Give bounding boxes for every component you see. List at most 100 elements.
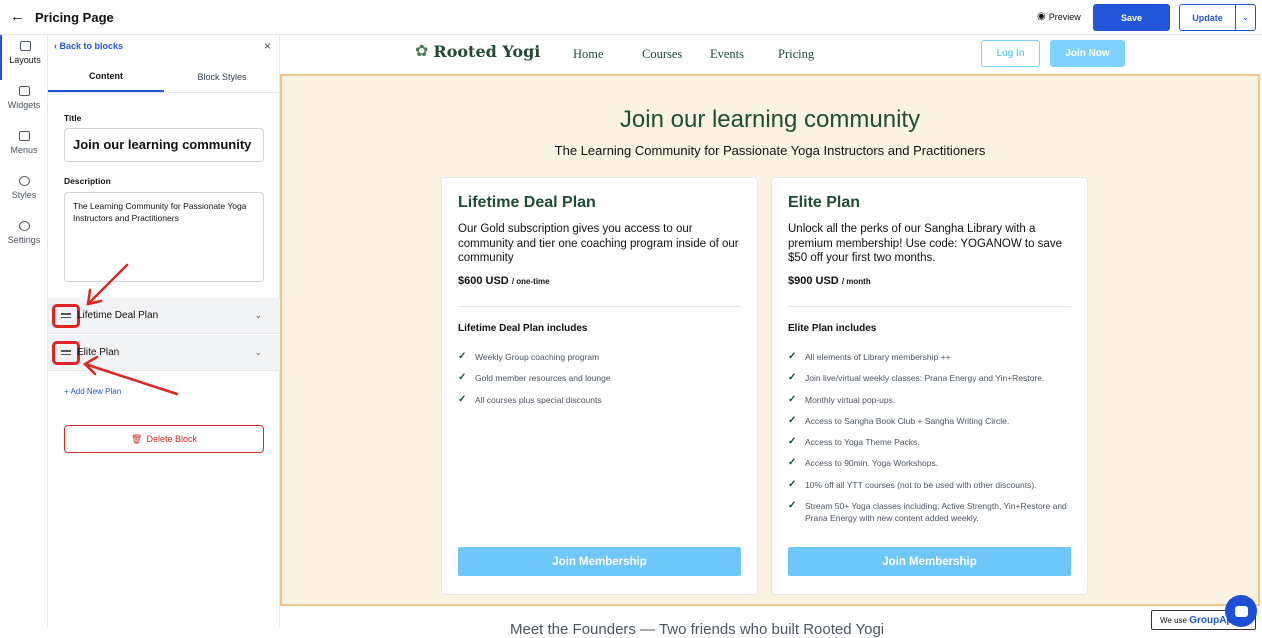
rail-label: Widgets (7, 100, 41, 110)
log-in-button[interactable]: Log In (981, 40, 1040, 67)
plan-price: $600 USD / one-time (458, 275, 550, 287)
feature-text: Weekly Group coaching program (475, 352, 600, 362)
plan-card-elite: Elite Plan Unlock all the perks of our S… (771, 177, 1088, 595)
title-field[interactable]: Join our learning community (64, 128, 264, 162)
rail-item-styles[interactable]: Styles (0, 170, 48, 215)
rail-item-menus[interactable]: Menus (0, 125, 48, 170)
check-icon: ✓ (788, 393, 797, 405)
site-preview: ✿ Rooted Yogi Home Courses Events Pricin… (280, 35, 1262, 638)
block-subtitle: The Learning Community for Passionate Yo… (554, 143, 986, 158)
gear-icon (18, 221, 30, 231)
next-section-heading: Meet the Founders — Two friends who buil… (510, 621, 885, 638)
plan-price: $900 USD / month (788, 275, 871, 287)
check-icon: ✓ (458, 372, 467, 384)
rail-item-layouts[interactable]: Layouts (0, 35, 48, 80)
pricing-block[interactable]: Join our learning community The Learning… (280, 74, 1260, 606)
feature-item: ✓ Access to Sangha Book Club + Sangha Wri… (788, 415, 1078, 427)
check-icon: ✓ (788, 500, 797, 512)
join-membership-button[interactable]: Join Membership (788, 547, 1071, 576)
widgets-icon (18, 86, 30, 96)
divider (458, 306, 741, 307)
check-icon: ✓ (788, 414, 797, 426)
trash-icon: 🗑 (131, 433, 143, 444)
price-unit: / month (841, 277, 871, 286)
back-to-blocks-link[interactable]: ‹ Back to blocks (54, 41, 123, 51)
feature-text: Access to Yoga Theme Packs. (805, 437, 920, 448)
rail-label: Layouts (9, 55, 41, 65)
check-icon: ✓ (458, 393, 467, 405)
rail-label: Styles (11, 190, 37, 200)
update-button[interactable]: Update ⌄ (1179, 4, 1256, 31)
feature-item: ✓ 10% off all YTT courses (not to be used… (788, 479, 1078, 491)
description-field[interactable]: The Learning Community for Passionate Yo… (64, 192, 264, 282)
panel-tabs: Content Block Styles (48, 62, 280, 93)
block-title: Join our learning community (619, 106, 921, 133)
eye-icon: ◉ (1037, 11, 1046, 22)
block-settings-panel: ‹ Back to blocks × Content Block Styles … (48, 35, 280, 627)
rail-item-widgets[interactable]: Widgets (0, 80, 48, 125)
plan-name: Elite Plan (788, 194, 861, 211)
includes-heading: Elite Plan includes (788, 323, 877, 334)
rail-label: Menus (10, 145, 38, 155)
layouts-icon (19, 41, 31, 51)
nav-home[interactable]: Home (573, 47, 604, 62)
divider (788, 306, 1071, 307)
preview-button[interactable]: ◉ Preview (1037, 11, 1081, 22)
plan-description: Unlock all the perks of our Sangha Libra… (788, 223, 1062, 264)
close-icon[interactable]: × (264, 39, 271, 53)
nav-courses[interactable]: Courses (642, 47, 682, 62)
drag-handle-icon[interactable] (52, 340, 80, 365)
plan-label: Elite Plan (77, 347, 120, 358)
feature-item: ✓ Access to Yoga Theme Packs. (788, 436, 1078, 448)
menus-icon (18, 131, 30, 141)
plan-description: Our Gold subscription gives you access t… (458, 223, 739, 264)
feature-text: Monthly virtual pop-ups. (805, 394, 896, 405)
rail-item-settings[interactable]: Settings (0, 215, 48, 260)
tab-block-styles[interactable]: Block Styles (164, 62, 280, 92)
chat-icon[interactable] (1225, 595, 1257, 627)
site-logo[interactable]: ✿ Rooted Yogi (415, 41, 540, 61)
left-rail: Layouts Widgets Menus Styles Settings (0, 35, 48, 627)
delete-block-label: Delete Block (146, 434, 197, 444)
feature-text: Access to 90min. Yoga Workshops. (805, 458, 939, 469)
nav-events[interactable]: Events (710, 47, 744, 62)
rail-label: Settings (7, 235, 41, 245)
plan-row-lifetime-deal[interactable]: Lifetime Deal Plan ⌄ (48, 298, 280, 334)
price-value: $900 USD (788, 275, 839, 287)
plan-label: Lifetime Deal Plan (77, 310, 159, 321)
feature-item: ✓ Join live/virtual weekly classes: Prana… (788, 372, 1078, 384)
feature-text: Join live/virtual weekly classes: Prana … (805, 373, 1045, 384)
feature-list: ✓ All elements of Library membership ++ ✓… (788, 351, 1078, 533)
description-label: Description (64, 176, 111, 186)
back-arrow-icon[interactable]: ← (10, 8, 25, 25)
check-icon: ✓ (788, 372, 797, 384)
price-value: $600 USD (458, 275, 509, 287)
update-label[interactable]: Update (1180, 5, 1236, 30)
nav-pricing[interactable]: Pricing (778, 47, 814, 62)
feature-text: Stream 50+ Yoga classes including: Activ… (805, 501, 1067, 524)
feature-item: ✓ All courses plus special discounts (458, 394, 748, 406)
back-to-blocks-label: Back to blocks (59, 41, 124, 51)
chevron-down-icon[interactable]: ⌄ (254, 347, 262, 358)
feature-item: ✓ Monthly virtual pop-ups. (788, 394, 1078, 406)
join-now-button[interactable]: Join Now (1050, 40, 1125, 67)
join-membership-button[interactable]: Join Membership (458, 547, 741, 576)
includes-heading: Lifetime Deal Plan includes (458, 323, 588, 334)
page-title: Pricing Page (35, 10, 114, 25)
save-button[interactable]: Save (1093, 4, 1170, 31)
add-new-plan-link[interactable]: + Add New Plan (64, 387, 121, 396)
chevron-down-icon[interactable]: ⌄ (254, 310, 262, 321)
feature-text: 10% off all YTT courses (not to be used … (805, 479, 1037, 490)
delete-block-button[interactable]: 🗑 Delete Block (64, 425, 264, 453)
feature-list: ✓ Weekly Group coaching program ✓ Gold mem… (458, 351, 748, 415)
title-label: Title (64, 113, 82, 123)
chevron-left-icon: ‹ (54, 41, 57, 51)
tab-content[interactable]: Content (48, 62, 164, 92)
check-icon: ✓ (788, 478, 797, 490)
chevron-down-icon[interactable]: ⌄ (1236, 5, 1255, 30)
drag-handle-icon[interactable] (52, 303, 80, 328)
lotus-icon: ✿ (415, 43, 429, 60)
plan-row-elite[interactable]: Elite Plan ⌄ (48, 335, 280, 371)
feature-item: ✓ Stream 50+ Yoga classes including: Acti… (788, 500, 1078, 524)
feature-item: ✓ Access to 90min. Yoga Workshops. (788, 457, 1078, 469)
